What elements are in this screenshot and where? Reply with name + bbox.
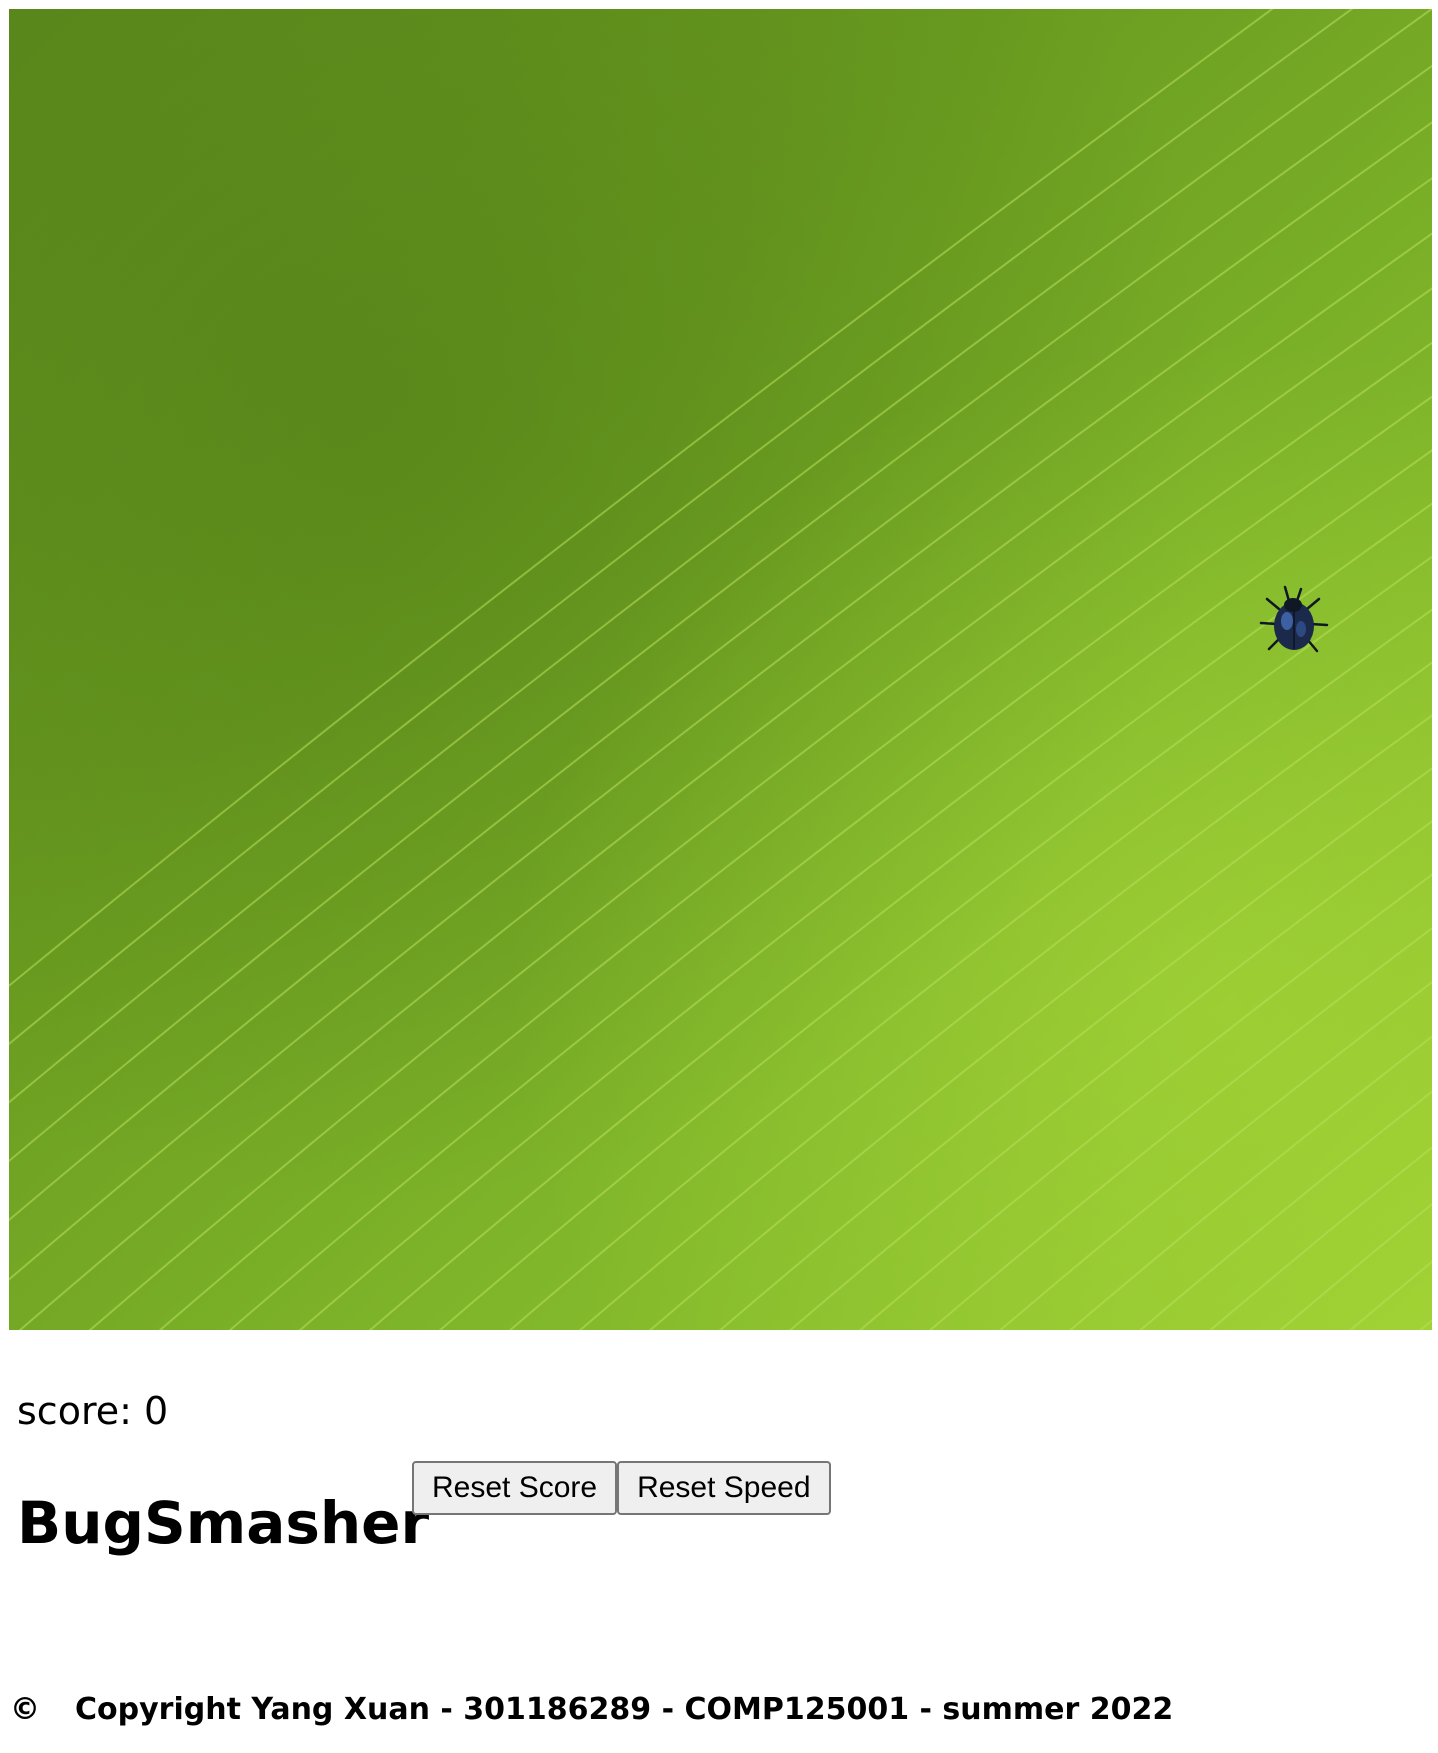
copyright-icon: © xyxy=(10,1692,40,1727)
page: score: 0 BugSmasher Reset Score Reset Sp… xyxy=(0,0,1438,1753)
score-display: score: 0 xyxy=(17,1389,169,1433)
reset-score-button[interactable]: Reset Score xyxy=(412,1461,618,1515)
bug-sprite[interactable] xyxy=(1249,579,1339,669)
bug-icon xyxy=(1259,585,1329,653)
footer-text: Copyright Yang Xuan - 301186289 - COMP12… xyxy=(75,1692,1174,1727)
footer: © Copyright Yang Xuan - 301186289 - COMP1… xyxy=(10,1695,1173,1725)
button-row: Reset Score Reset Speed xyxy=(412,1461,831,1515)
leaf-background xyxy=(9,9,1432,1330)
reset-speed-button[interactable]: Reset Speed xyxy=(617,1461,831,1515)
game-canvas[interactable] xyxy=(9,9,1432,1330)
page-title: BugSmasher xyxy=(17,1489,430,1557)
